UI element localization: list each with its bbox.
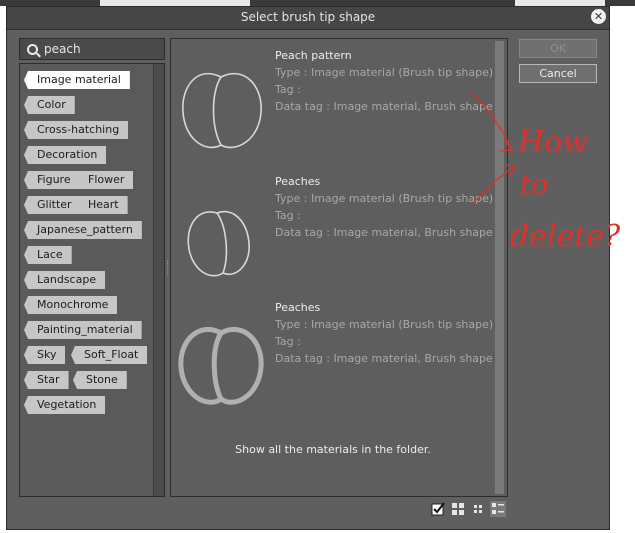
tag-list-scrollbar[interactable] <box>153 64 164 496</box>
item-type: Type : Image material (Brush tip shape) <box>275 66 494 79</box>
tag-image-material[interactable]: Image material <box>24 71 130 89</box>
checkbox-icon[interactable] <box>430 501 446 517</box>
item-name: Peaches <box>275 301 321 314</box>
tag-flower[interactable]: Flower <box>75 171 134 189</box>
tag-stone[interactable]: Stone <box>73 371 127 389</box>
item-tag: Tag : <box>275 83 301 96</box>
item-data-tag: Data tag : Image material, Brush shape <box>275 100 493 113</box>
tag-star[interactable]: Star <box>24 371 69 389</box>
tag-figure[interactable]: Figure <box>24 171 80 189</box>
peaches-thumbnail <box>178 326 264 405</box>
tag-heart[interactable]: Heart <box>75 196 128 214</box>
ok-button[interactable]: OK <box>519 39 597 58</box>
item-data-tag: Data tag : Image material, Brush shape <box>275 352 493 365</box>
peaches-thumbnail <box>187 210 250 277</box>
tag-painting-material[interactable]: Painting_material <box>24 321 142 339</box>
tag-japanese-pattern[interactable]: Japanese_pattern <box>24 221 142 239</box>
tag-list: Image material Color Cross-hatching Deco… <box>19 63 165 497</box>
cancel-button[interactable]: Cancel <box>519 64 597 83</box>
close-icon[interactable]: ✕ <box>591 9 606 24</box>
view-mode-toolbar <box>430 501 510 519</box>
title-bar: Select brush tip shape ✕ <box>7 7 609 30</box>
search-icon <box>27 44 38 55</box>
item-name: Peaches <box>275 175 321 188</box>
item-type: Type : Image material (Brush tip shape) <box>275 318 494 331</box>
tag-glitter[interactable]: Glitter <box>24 196 81 214</box>
tag-decoration[interactable]: Decoration <box>24 146 107 164</box>
item-name: Peach pattern <box>275 49 352 62</box>
material-list: Peach pattern Type : Image material (Bru… <box>170 38 508 497</box>
dialog-title: Select brush tip shape <box>240 10 376 24</box>
small-grid-icon[interactable] <box>470 501 486 517</box>
large-grid-icon[interactable] <box>450 501 466 517</box>
tag-sky[interactable]: Sky <box>24 346 66 364</box>
peach-pattern-thumbnail <box>182 72 262 149</box>
tag-cross-hatching[interactable]: Cross-hatching <box>24 121 129 139</box>
tag-vegetation[interactable]: Vegetation <box>24 396 106 414</box>
list-view-icon[interactable] <box>490 501 506 517</box>
show-all-materials-message: Show all the materials in the folder. <box>235 443 431 456</box>
tag-color[interactable]: Color <box>24 96 75 114</box>
tag-soft-float[interactable]: Soft_Float <box>71 346 148 364</box>
select-brush-tip-dialog: Select brush tip shape ✕ Image material … <box>6 6 610 530</box>
tag-monochrome[interactable]: Monochrome <box>24 296 118 314</box>
search-input[interactable] <box>44 42 160 56</box>
tag-lace[interactable]: Lace <box>24 246 72 264</box>
item-tag: Tag : <box>275 209 301 222</box>
material-list-scrollbar[interactable] <box>495 41 504 494</box>
search-box[interactable] <box>19 38 165 60</box>
item-data-tag: Data tag : Image material, Brush shape <box>275 226 493 239</box>
item-type: Type : Image material (Brush tip shape) <box>275 192 494 205</box>
tag-landscape[interactable]: Landscape <box>24 271 106 289</box>
item-tag: Tag : <box>275 335 301 348</box>
